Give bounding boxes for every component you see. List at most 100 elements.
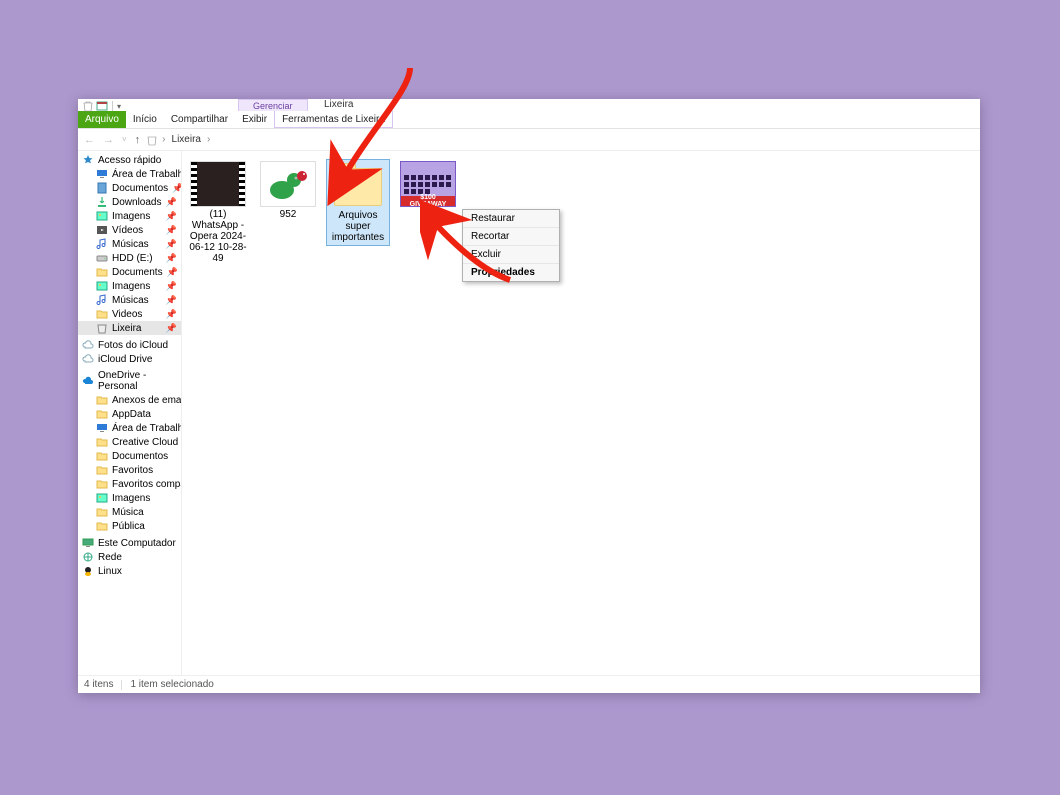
desktop-icon (96, 422, 108, 434)
sidebar-item[interactable]: Músicas 📌 (78, 237, 181, 251)
sidebar-head-label: iCloud Drive (98, 354, 152, 365)
sidebar-item[interactable]: Imagens (78, 491, 181, 505)
status-selection: 1 item selecionado (130, 679, 213, 690)
sidebar-item[interactable]: Creative Cloud Files (78, 435, 181, 449)
sidebar-item[interactable]: Músicas📌 (78, 293, 181, 307)
sidebar-item[interactable]: Pública (78, 519, 181, 533)
pin-icon: 📌 (166, 309, 177, 320)
sidebar-item[interactable]: Imagens📌 (78, 279, 181, 293)
nav-forward-button[interactable]: → (101, 134, 116, 146)
tab-recycle-bin-tools[interactable]: Ferramentas de Lixeira (274, 111, 393, 128)
sidebar-item[interactable]: Favoritos (78, 463, 181, 477)
sidebar-head[interactable]: Acesso rápido (78, 153, 181, 167)
pin-icon: 📌 (166, 197, 177, 208)
tab-file[interactable]: Arquivo (78, 111, 126, 128)
sidebar-item-label: Músicas (112, 295, 149, 306)
file-item[interactable]: Arquivos super importantes (326, 159, 390, 246)
file-label: (11) WhatsApp - Opera 2024-06-12 10-28-4… (188, 209, 248, 264)
cloud-icon (82, 339, 94, 351)
sidebar[interactable]: Acesso rápidoÁrea de Trabalho📌Documentos… (78, 151, 182, 675)
tab-share[interactable]: Compartilhar (164, 111, 235, 128)
content-pane[interactable]: (11) WhatsApp - Opera 2024-06-12 10-28-4… (182, 151, 980, 675)
sidebar-item[interactable]: Documentos📌 (78, 181, 181, 195)
sidebar-item[interactable]: Documents 📌 (78, 265, 181, 279)
sidebar-item-label: Música (112, 507, 144, 518)
sidebar-item[interactable]: AppData (78, 407, 181, 421)
nav-dropdown-icon[interactable]: ˅ (120, 135, 129, 144)
sidebar-item[interactable]: Área de Trabalho📌 (78, 167, 181, 181)
ribbon-tabs: Arquivo Início Compartilhar Exibir Ferra… (78, 111, 980, 129)
sidebar-item[interactable]: Música (78, 505, 181, 519)
context-menu-item[interactable]: Propriedades (463, 264, 559, 281)
properties-icon[interactable] (96, 100, 108, 112)
context-menu-item[interactable]: Excluir (463, 246, 559, 264)
doc-icon (96, 182, 108, 194)
sidebar-item-label: Videos (112, 309, 142, 320)
sidebar-item-label: Pública (112, 521, 145, 532)
sidebar-item-label: Vídeos (112, 225, 143, 236)
folder-icon (96, 450, 108, 462)
pc-icon (82, 537, 94, 549)
qat-dropdown-icon[interactable]: ▾ (117, 102, 121, 111)
tab-view[interactable]: Exibir (235, 111, 274, 128)
sidebar-head-label: Linux (98, 566, 122, 577)
file-item[interactable]: $100 GIVEAWAY (396, 159, 460, 211)
title-bar: ▾ Gerenciar Lixeira (78, 99, 980, 111)
sidebar-item[interactable]: Videos 📌 (78, 307, 181, 321)
folder-icon (96, 520, 108, 532)
sidebar-head[interactable]: Fotos do iCloud (78, 338, 181, 352)
image-thumb (260, 161, 316, 207)
nav-up-button[interactable]: ↑ (133, 134, 143, 146)
sidebar-head-label: Este Computador (98, 538, 176, 549)
recycle-bin-icon (146, 134, 158, 146)
context-menu-item[interactable]: Restaurar (463, 210, 559, 228)
folder-icon (96, 394, 108, 406)
recycle-bin-icon (82, 100, 94, 112)
sidebar-item-label: HDD (E:) (112, 253, 153, 264)
sidebar-item[interactable]: Área de Trabalho (78, 421, 181, 435)
sidebar-item[interactable]: Lixeira📌 (78, 321, 181, 335)
video-thumb (190, 161, 246, 207)
sidebar-head[interactable]: Rede (78, 550, 181, 564)
sidebar-head[interactable]: Este Computador (78, 536, 181, 550)
folder-icon (96, 464, 108, 476)
sidebar-item[interactable]: Documentos (78, 449, 181, 463)
file-label: Arquivos super importantes (329, 210, 387, 243)
folder-icon (96, 266, 108, 278)
qat: ▾ (82, 100, 121, 112)
sidebar-item-label: Lixeira (112, 323, 141, 334)
download-icon (96, 196, 108, 208)
ribbon: ▾ Gerenciar Lixeira Arquivo Início Compa… (78, 99, 980, 129)
sidebar-item[interactable]: HDD (E:)📌 (78, 251, 181, 265)
sidebar-item[interactable]: Favoritos compartil (78, 477, 181, 491)
sidebar-item-label: Músicas (112, 239, 149, 250)
file-item[interactable]: (11) WhatsApp - Opera 2024-06-12 10-28-4… (186, 159, 250, 266)
sidebar-head-label: Acesso rápido (98, 155, 161, 166)
pin-icon: 📌 (167, 267, 178, 278)
breadcrumb-root[interactable]: Lixeira (170, 134, 203, 145)
status-separator (121, 680, 122, 690)
context-menu-item[interactable]: Recortar (463, 228, 559, 246)
explorer-window: ▾ Gerenciar Lixeira Arquivo Início Compa… (78, 99, 980, 693)
sidebar-item[interactable]: Vídeos📌 (78, 223, 181, 237)
file-item[interactable]: 952 (256, 159, 320, 222)
sidebar-item[interactable]: Anexos de email (78, 393, 181, 407)
sidebar-item-label: Favoritos (112, 465, 153, 476)
pin-icon: 📌 (166, 239, 177, 250)
sidebar-head[interactable]: Linux (78, 564, 181, 578)
tab-home[interactable]: Início (126, 111, 164, 128)
status-item-count: 4 itens (84, 679, 113, 690)
sidebar-item-label: Favoritos compartil (112, 479, 182, 490)
sidebar-head[interactable]: OneDrive - Personal (78, 369, 181, 393)
nav-back-button[interactable]: ← (82, 134, 97, 146)
sidebar-item[interactable]: Imagens📌 (78, 209, 181, 223)
sidebar-head-label: Fotos do iCloud (98, 340, 168, 351)
breadcrumb[interactable]: › Lixeira › (146, 134, 210, 146)
sidebar-item-label: Creative Cloud Files (112, 437, 182, 448)
sidebar-item-label: Documents (112, 267, 163, 278)
sidebar-item[interactable]: Downloads📌 (78, 195, 181, 209)
image-icon (96, 280, 108, 292)
sidebar-head[interactable]: iCloud Drive (78, 352, 181, 366)
folder-icon (96, 408, 108, 420)
breadcrumb-separator: › (162, 134, 165, 145)
